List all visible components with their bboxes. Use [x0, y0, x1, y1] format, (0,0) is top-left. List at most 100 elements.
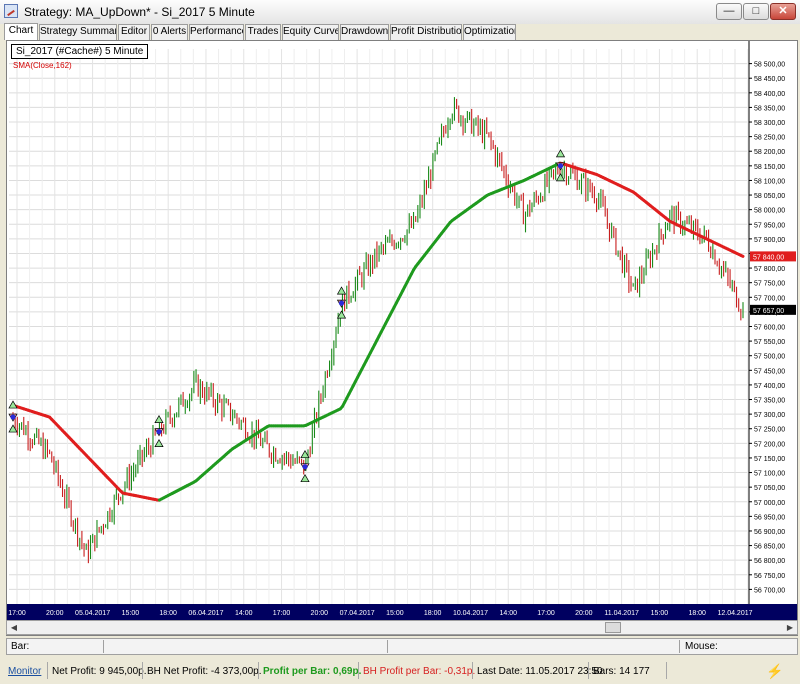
tab-trades[interactable]: Trades [245, 24, 281, 40]
price-tick-label: 57 050,00 [754, 485, 785, 492]
price-tick-label: 58 500,00 [754, 62, 785, 69]
price-tick-label: 56 700,00 [754, 587, 785, 594]
time-label: 12.04.2017 [717, 610, 752, 617]
price-tick-label: 57 600,00 [754, 325, 785, 332]
price-tick-label: 57 100,00 [754, 471, 785, 478]
price-tick-label: 58 050,00 [754, 193, 785, 200]
price-tick-label: 58 150,00 [754, 164, 785, 171]
close-button[interactable]: ✕ [770, 3, 796, 20]
time-label: 18:00 [688, 610, 706, 617]
sma-segment [739, 253, 745, 258]
window-titlebar: Strategy: MA_UpDown* - Si_2017 5 Minute … [0, 0, 800, 25]
sma-line [11, 161, 745, 502]
price-tick-label: 57 800,00 [754, 266, 785, 273]
tab-editor[interactable]: Editor [118, 24, 150, 40]
time-label: 17:00 [8, 610, 26, 617]
tab-performance[interactable]: Performance [189, 24, 244, 40]
time-label: 20:00 [575, 610, 593, 617]
time-label: 17:00 [537, 610, 555, 617]
time-label: 07.04.2017 [340, 610, 375, 617]
price-tick-label: 57 000,00 [754, 500, 785, 507]
bars-count: Bars: 14 177 [593, 666, 650, 677]
tab-drawdown[interactable]: Drawdown [340, 24, 389, 40]
price-axis: 58 500,00 58 450,00 58 400,00 58 350,00 58 3… [748, 41, 796, 604]
trade-marker [300, 474, 310, 483]
time-label: 14:00 [499, 610, 517, 617]
sma-value-flag: 57 840,00 [753, 254, 784, 261]
scroll-thumb[interactable] [605, 622, 621, 633]
price-tick-label: 56 850,00 [754, 544, 785, 551]
price-tick-label: 57 200,00 [754, 441, 785, 448]
price-tick-label: 58 200,00 [754, 149, 785, 156]
mouse-readout-label: Mouse: [685, 641, 718, 652]
scroll-right-arrow-icon[interactable]: ▶ [783, 621, 797, 634]
price-tick-label: 57 300,00 [754, 412, 785, 419]
price-tick-label: 57 350,00 [754, 398, 785, 405]
minimize-button[interactable]: — [716, 3, 742, 20]
time-label: 20:00 [311, 610, 329, 617]
time-label: 18:00 [159, 610, 177, 617]
price-tick-label: 57 750,00 [754, 281, 785, 288]
time-label: 17:00 [273, 610, 291, 617]
price-chart[interactable]: 58 500,00 58 450,00 58 400,00 58 350,00 58 3… [7, 41, 797, 621]
time-label: 18:00 [424, 610, 442, 617]
trade-dot [302, 464, 308, 470]
price-tick-label: 58 300,00 [754, 120, 785, 127]
time-label: 11.04.2017 [604, 610, 639, 617]
symbol-label: Si_2017 (#Cache#) 5 Minute [11, 44, 149, 59]
last-date: Last Date: 11.05.2017 23:50 [477, 666, 603, 677]
indicator-label: SMA(Close,162) [13, 61, 72, 70]
time-axis: 17:00 20:00 05.04.2017 15:00 18:00 06.04.2017… [7, 604, 797, 620]
price-tick-label: 56 750,00 [754, 573, 785, 580]
price-tick-label: 57 150,00 [754, 456, 785, 463]
tab-chart[interactable]: Chart [4, 23, 38, 40]
tab-optimization[interactable]: Optimization [463, 24, 516, 40]
time-label: 14:00 [235, 610, 253, 617]
chart-scrollbar[interactable]: ◀ ▶ [6, 620, 798, 635]
tab-equity-curve[interactable]: Equity Curve [282, 24, 339, 40]
tab-profit-distribution[interactable]: Profit Distribution [390, 24, 462, 40]
time-label: 15:00 [651, 610, 669, 617]
price-tick-label: 58 100,00 [754, 178, 785, 185]
tab-strategy-summary[interactable]: Strategy Summary [39, 24, 117, 40]
bh-profit-per-bar: BH Profit per Bar: -0,31р. [363, 666, 476, 677]
connection-icon: ⚡ [766, 663, 784, 679]
trade-dot [10, 414, 16, 420]
monitor-link[interactable]: Monitor [8, 661, 41, 681]
price-tick-label: 57 900,00 [754, 237, 785, 244]
trade-dot [557, 163, 564, 169]
price-tick-label: 57 250,00 [754, 427, 785, 434]
profit-per-bar: Profit per Bar: 0,69р. [263, 666, 362, 677]
chart-panel[interactable]: 58 500,00 58 450,00 58 400,00 58 350,00 58 3… [6, 40, 798, 636]
time-label: 15:00 [386, 610, 404, 617]
window-title: Strategy: MA_UpDown* - Si_2017 5 Minute [24, 5, 255, 19]
app-chart-icon [4, 4, 18, 18]
price-tick-label: 56 900,00 [754, 529, 785, 536]
tab-alerts[interactable]: 0 Alerts [151, 24, 188, 40]
time-label: 05.04.2017 [75, 610, 110, 617]
chart-grid [9, 49, 749, 604]
trade-marker [154, 414, 164, 424]
price-tick-label: 56 950,00 [754, 514, 785, 521]
last-price-flag: 57 657,00 [753, 308, 784, 315]
trade-marker [555, 173, 566, 182]
time-label: 15:00 [122, 610, 140, 617]
price-tick-label: 57 450,00 [754, 368, 785, 375]
trade-marker [8, 400, 18, 409]
time-label: 06.04.2017 [188, 610, 223, 617]
time-label: 10.04.2017 [453, 610, 488, 617]
price-tick-label: 57 700,00 [754, 295, 785, 302]
summary-bar: Monitor Net Profit: 9 945,00р. BH Net Pr… [0, 659, 800, 684]
maximize-button[interactable]: □ [743, 3, 769, 20]
price-tick-label: 58 450,00 [754, 76, 785, 83]
price-tick-label: 58 000,00 [754, 208, 785, 215]
trade-dot [338, 300, 345, 306]
bar-readout-label: Bar: [11, 641, 30, 652]
price-tick-label: 56 800,00 [754, 558, 785, 565]
price-tick-label: 57 500,00 [754, 354, 785, 361]
price-tick-label: 57 950,00 [754, 222, 785, 229]
bh-net-profit: BH Net Profit: -4 373,00р. [147, 666, 262, 677]
scroll-left-arrow-icon[interactable]: ◀ [7, 621, 21, 634]
price-tick-label: 57 550,00 [754, 339, 785, 346]
trade-dot [156, 429, 162, 435]
